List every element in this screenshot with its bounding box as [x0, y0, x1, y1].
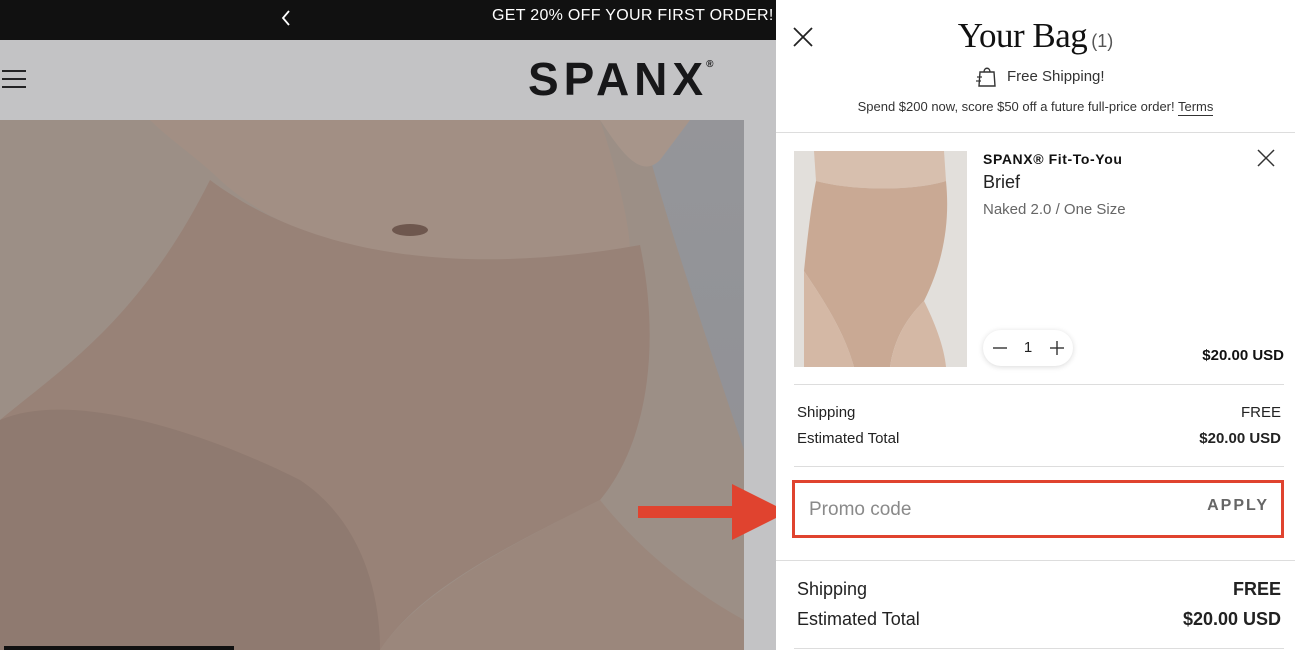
- promo-code-input[interactable]: [809, 495, 1149, 525]
- annotation-arrow-icon: [638, 484, 788, 540]
- totals-shipping-label: Shipping: [797, 579, 868, 599]
- free-shipping-text: Free Shipping!: [1007, 68, 1105, 85]
- bag-title-text: Your Bag: [957, 16, 1088, 55]
- promo-message: Spend $200 now, score $50 off a future f…: [776, 99, 1295, 116]
- item-brand[interactable]: SPANX® Fit-To-You: [983, 151, 1123, 167]
- item-name[interactable]: Brief: [983, 172, 1020, 193]
- total-value: $20.00 USD: [1199, 430, 1281, 447]
- cart-drawer: Your Bag (1) Free Shipping! Spend $200 no…: [776, 0, 1295, 650]
- divider: [776, 560, 1295, 561]
- background-page: GET 20% OFF YOUR FIRST ORDER! SEE OF SPA…: [0, 0, 776, 650]
- promo-code-box: APPLY: [792, 480, 1284, 538]
- total-label: Estimated Total: [797, 430, 900, 447]
- shipping-bag-icon: [976, 67, 996, 87]
- totals-shipping-value: FREE: [1232, 579, 1281, 599]
- remove-icon[interactable]: [1256, 148, 1276, 168]
- announcement-bar: GET 20% OFF YOUR FIRST ORDER! SEE OF: [0, 0, 776, 40]
- shipping-label: Shipping: [797, 404, 856, 421]
- divider: [794, 384, 1284, 385]
- totals-estimated-value: $20.00 USD: [1182, 609, 1281, 629]
- quantity-stepper: 1: [983, 330, 1073, 366]
- bag-count: (1): [1091, 31, 1114, 51]
- item-size: One Size: [1063, 201, 1126, 218]
- divider: [776, 132, 1295, 133]
- announcement-text[interactable]: GET 20% OFF YOUR FIRST ORDER! SEE OF: [492, 7, 776, 25]
- terms-link[interactable]: Terms: [1178, 99, 1214, 116]
- carousel-progress: [4, 646, 234, 650]
- divider: [794, 466, 1284, 467]
- totals-estimated-label: Estimated Total: [797, 609, 920, 629]
- chevron-left-icon[interactable]: [276, 7, 298, 29]
- item-variant-separator: /: [1055, 201, 1060, 218]
- item-price: $20.00 USD: [1202, 347, 1284, 364]
- item-variant: Naked 2.0 / One Size: [983, 201, 1126, 218]
- item-thumbnail[interactable]: [794, 151, 967, 367]
- apply-button[interactable]: APPLY: [1207, 497, 1269, 515]
- plus-icon[interactable]: [1048, 339, 1066, 357]
- overlay-scrim[interactable]: [0, 40, 776, 650]
- divider: [794, 648, 1284, 649]
- item-color: Naked 2.0: [983, 201, 1052, 218]
- shipping-value: FREE: [1240, 404, 1281, 421]
- promo-message-text: Spend $200 now, score $50 off a future f…: [857, 99, 1175, 114]
- bag-title: Your Bag (1): [776, 16, 1295, 56]
